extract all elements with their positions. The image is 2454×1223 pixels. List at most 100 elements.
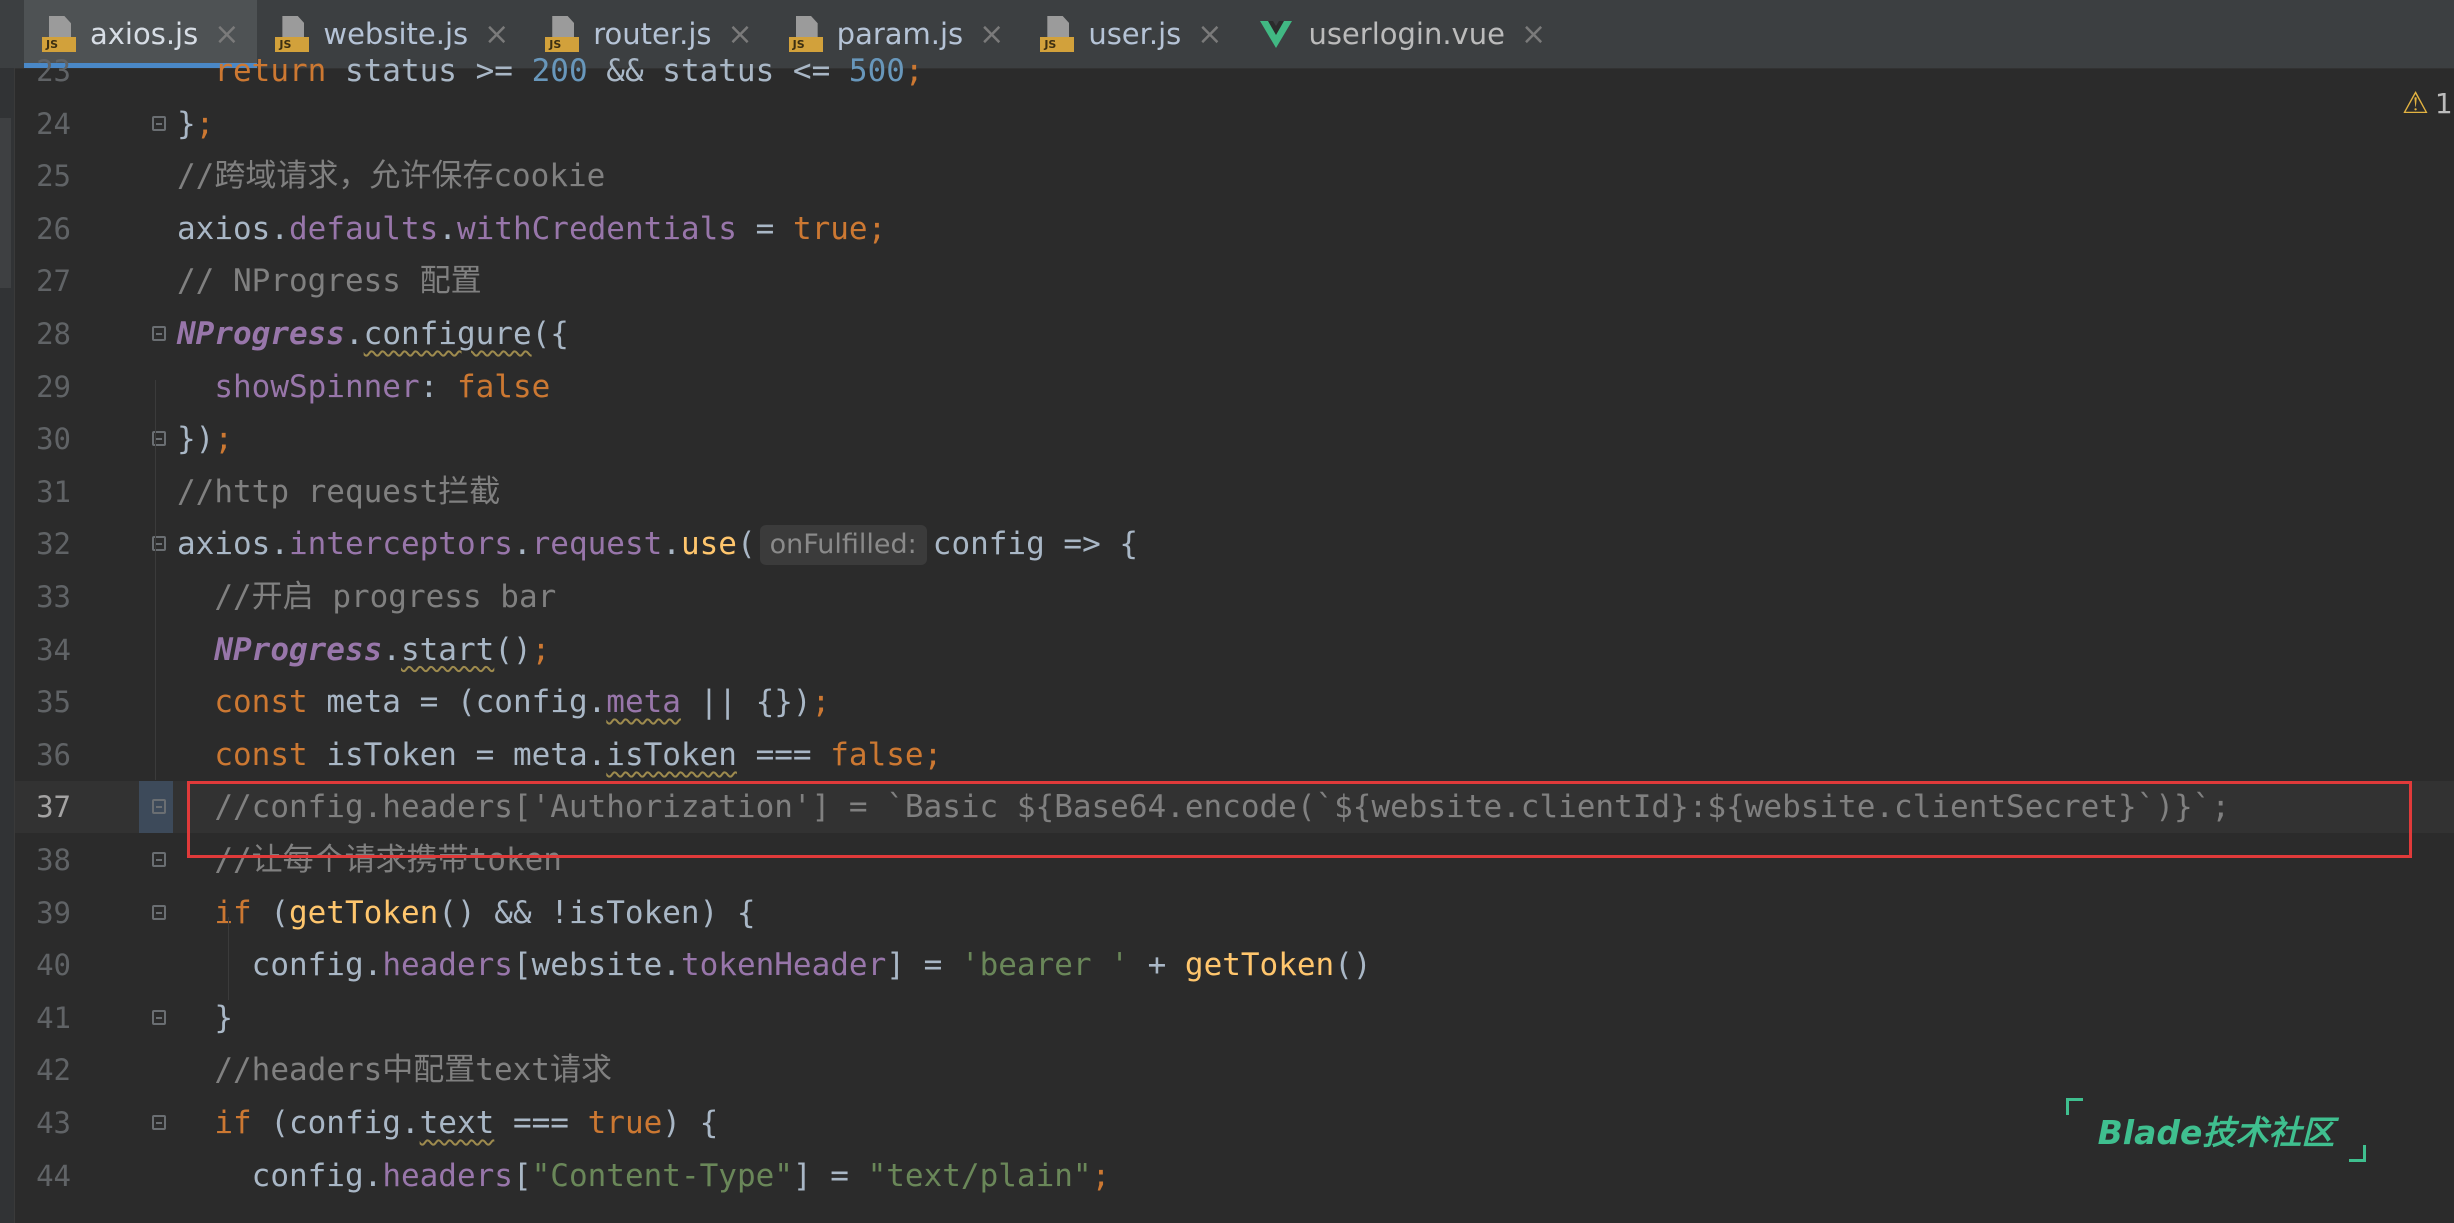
code-token: () && !isToken) {	[438, 894, 756, 931]
warning-count: 1	[2434, 87, 2453, 120]
watermark-bracket-left	[2066, 1098, 2083, 1115]
line-number: 42	[36, 1053, 71, 1088]
line-number: 27	[36, 264, 71, 299]
code-line[interactable]: 39 if (getToken() && !isToken) {	[15, 887, 2454, 939]
code-text: showSpinner: false	[177, 361, 550, 413]
watermark-bracket-right	[2349, 1145, 2366, 1162]
line-number: 28	[36, 317, 71, 351]
code-token: if	[214, 894, 252, 931]
code-token: && status <=	[587, 53, 849, 89]
fold-icon[interactable]	[152, 1115, 166, 1130]
code-token: false	[456, 368, 551, 405]
line-number: 34	[36, 632, 71, 667]
watermark-logo: Blade技术社区	[2066, 1098, 2366, 1162]
indent-guide	[155, 380, 156, 780]
code-token: ===	[494, 1105, 588, 1141]
code-token: config.	[177, 947, 383, 984]
code-token: ;	[531, 631, 551, 668]
line-number: 40	[36, 948, 71, 983]
code-token: }	[177, 105, 196, 142]
code-text: NProgress.configure({	[177, 308, 569, 360]
code-token: headers	[382, 947, 513, 984]
code-line[interactable]: 30});	[15, 413, 2454, 465]
code-line[interactable]: 35 const meta = (config.meta || {});	[15, 676, 2454, 728]
code-text: //跨域请求，允许保存cookie	[177, 150, 605, 202]
code-token: //headers中配置text请求	[214, 1052, 612, 1089]
inspection-widget[interactable]: ⚠ 1	[2402, 86, 2453, 121]
line-number: 33	[36, 580, 71, 614]
code-token: ;	[904, 53, 924, 89]
code-token: request	[531, 526, 663, 563]
line-number: 36	[36, 737, 71, 772]
code-line[interactable]: 31 //http request拦截	[15, 466, 2454, 518]
code-token: const	[214, 736, 308, 773]
code-text: axios.defaults.withCredentials = true;	[177, 203, 886, 255]
code-text: //http request拦截	[177, 466, 500, 518]
code-token: ) {	[662, 1105, 719, 1141]
code-token: })	[177, 421, 215, 458]
code-line[interactable]: 24};	[15, 98, 2454, 150]
fold-icon[interactable]	[152, 1009, 166, 1025]
line-number: 37	[36, 790, 71, 825]
code-token: .	[382, 631, 401, 668]
code-line[interactable]: 33 //开启 progress bar	[15, 571, 2454, 623]
code-text: };	[177, 98, 214, 150]
code-line[interactable]: 28 NProgress.configure({	[15, 308, 2454, 360]
code-token: tokenHeader	[680, 947, 887, 984]
code-token: ;	[867, 210, 887, 247]
ide-window: JS axios.js × JS website.js × JS router.js × JS pa…	[0, 0, 2454, 1223]
code-text: const isToken = meta.isToken === false;	[177, 729, 942, 781]
code-token: meta	[606, 684, 681, 721]
code-line[interactable]: 27 // NProgress 配置	[15, 255, 2454, 307]
line-number: 41	[36, 1000, 71, 1035]
line-number: 31	[36, 474, 71, 509]
line-number: 43	[36, 1106, 71, 1140]
code-token: 500	[848, 53, 905, 89]
left-tool-strip	[0, 68, 15, 1223]
parameter-hint: onFulfilled:	[759, 525, 927, 566]
fold-icon[interactable]	[152, 115, 166, 131]
code-token: || {})	[680, 684, 812, 721]
code-text: }	[177, 992, 233, 1044]
code-text: config.headers[website.tokenHeader] = 'b…	[177, 939, 1372, 991]
code-token: =	[736, 210, 793, 247]
code-text: if (getToken() && !isToken) {	[177, 887, 756, 939]
code-token: if	[214, 1105, 252, 1141]
code-token: return	[214, 53, 327, 89]
fold-icon[interactable]	[152, 852, 166, 867]
code-line[interactable]: 40 config.headers[website.tokenHeader] =…	[15, 939, 2454, 991]
code-text: const meta = (config.meta || {});	[177, 676, 830, 728]
code-text: });	[177, 413, 233, 465]
code-line[interactable]: 36 const isToken = meta.isToken === fals…	[15, 729, 2454, 781]
code-token: configure	[363, 316, 532, 352]
code-token: axios.	[177, 210, 289, 247]
code-line[interactable]: 26 axios.defaults.withCredentials = true;	[15, 203, 2454, 255]
code-token: start	[400, 631, 495, 668]
code-line[interactable]: 41 }	[15, 992, 2454, 1044]
code-line[interactable]: 34 NProgress.start();	[15, 624, 2454, 676]
code-token: ===	[736, 736, 831, 773]
code-text: //headers中配置text请求	[177, 1044, 612, 1096]
code-line[interactable]: 29 showSpinner: false	[15, 361, 2454, 413]
code-editor[interactable]: 23 return status >= 200 && status <= 500…	[15, 53, 2454, 1223]
code-line[interactable]: 42 //headers中配置text请求	[15, 1044, 2454, 1096]
code-token: +	[1128, 947, 1185, 984]
code-line[interactable]: 23 return status >= 200 && status <= 500…	[15, 45, 2454, 97]
fold-icon[interactable]	[152, 904, 166, 920]
code-token: 'bearer '	[960, 947, 1129, 984]
fold-icon[interactable]	[152, 799, 166, 815]
code-token: // NProgress 配置	[177, 263, 482, 300]
code-line[interactable]: 32 axios.interceptors.request.use(onFulfi…	[15, 518, 2454, 570]
code-token: isToken	[606, 736, 737, 773]
code-line[interactable]: 25 //跨域请求，允许保存cookie	[15, 150, 2454, 202]
code-token: use	[680, 526, 737, 563]
code-token: ;	[1091, 1157, 1111, 1194]
fold-icon[interactable]	[152, 326, 166, 341]
code-token: (config.	[251, 1105, 420, 1141]
code-text: NProgress.start();	[177, 624, 550, 676]
line-number: 38	[36, 843, 71, 877]
code-token: config => {	[932, 526, 1139, 563]
